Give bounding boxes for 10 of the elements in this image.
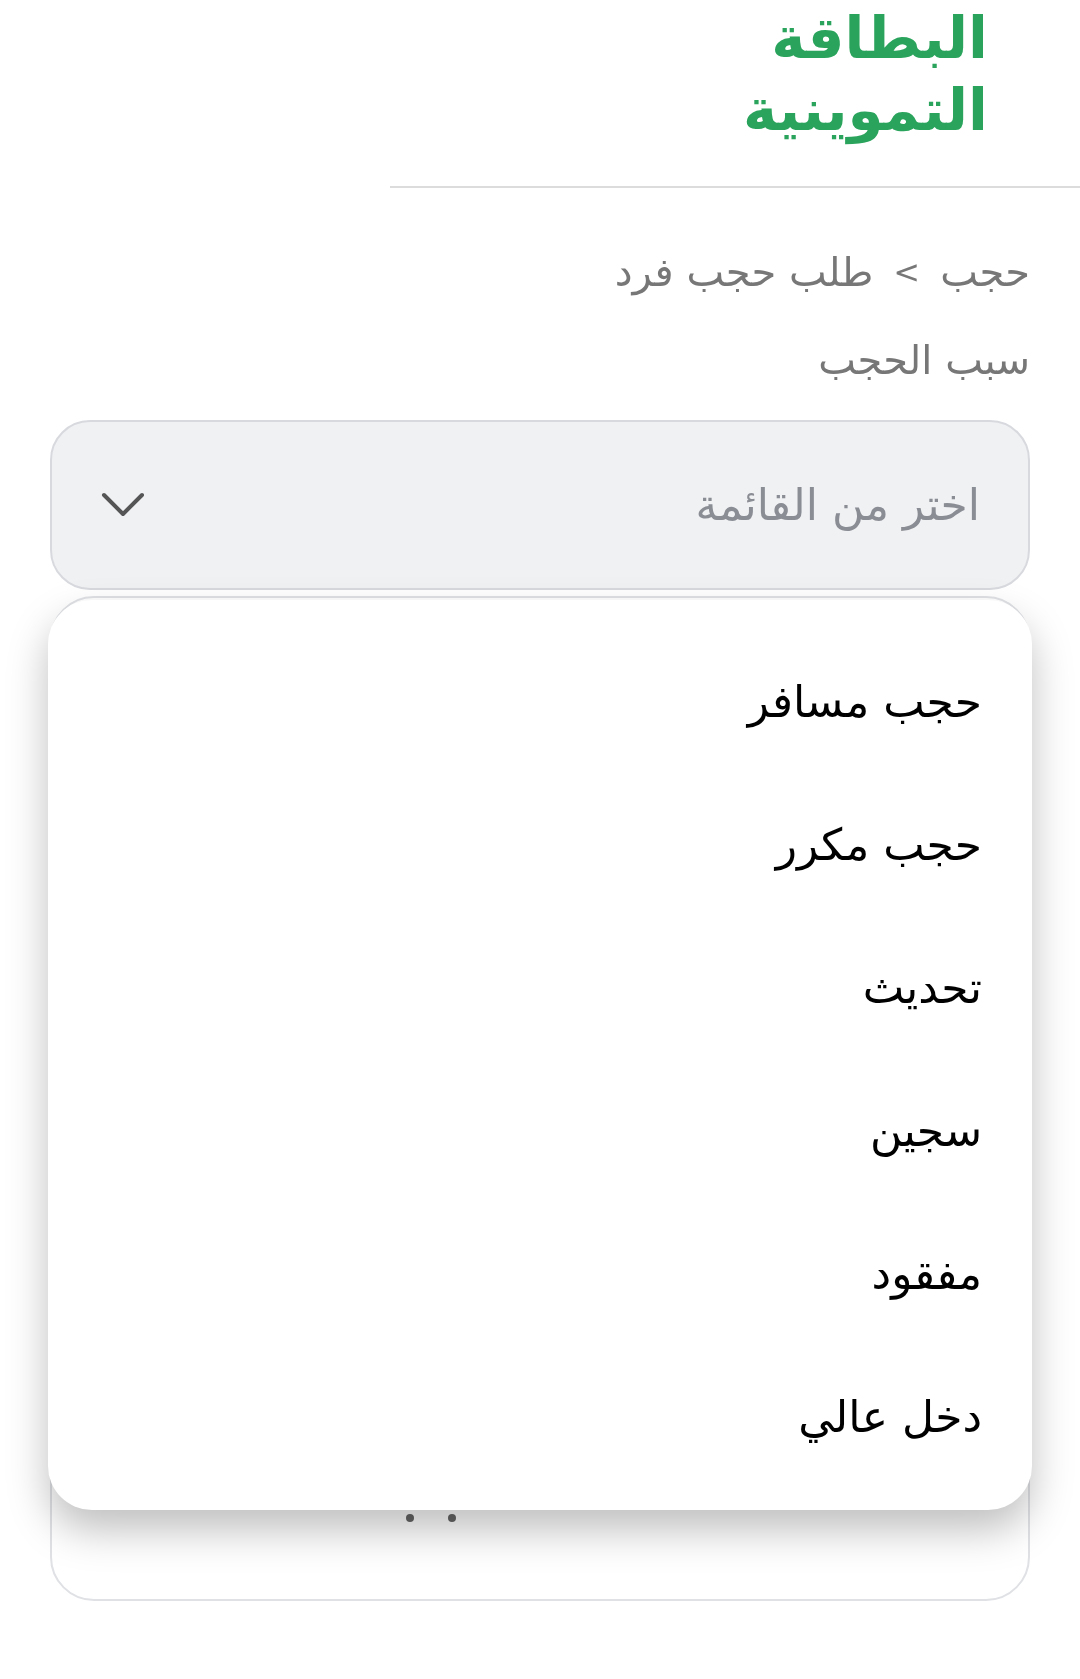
field-label: سبب الحجب	[817, 336, 1031, 385]
dropdown-option[interactable]: حجب مسافر	[747, 668, 982, 735]
dropdown-option[interactable]: دخل عالي	[798, 1383, 982, 1450]
dropdown-option[interactable]: سجين	[869, 1097, 982, 1164]
app-title: البطاقة التموينية	[743, 3, 988, 146]
breadcrumb-separator: >	[893, 252, 921, 293]
dropdown-option[interactable]: حجب مكرر	[775, 811, 982, 878]
breadcrumb-link[interactable]: حجب	[940, 242, 1030, 302]
dropdown-option[interactable]: مفقود	[871, 1240, 982, 1307]
dropdown-option[interactable]: تحديث	[862, 954, 982, 1021]
